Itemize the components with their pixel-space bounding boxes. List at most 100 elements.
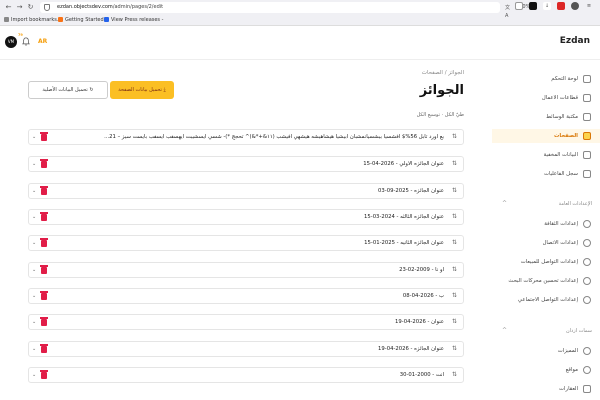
pocket-icon[interactable] (515, 2, 523, 10)
sidebar-item-seo-settings[interactable]: إعدادات تحسين محركات البحث (492, 274, 600, 288)
drag-handle-icon[interactable]: ⇅ (452, 160, 457, 168)
sidebar-item-media-library[interactable]: مكتبة الوسائط (492, 110, 600, 124)
url-text[interactable]: ezdan.objectsdev.com/admin/pages/2/edit (57, 2, 163, 13)
language-switch[interactable]: AR (38, 38, 47, 45)
drag-handle-icon[interactable]: ⇅ (452, 133, 457, 141)
shield-icon (44, 4, 50, 11)
chevron-down-icon[interactable]: ⌄ (32, 318, 36, 326)
list-item[interactable]: عنوان الجائزه الثالثه - 2024-03-15 ⇅ ⌄ (28, 209, 464, 225)
trash-icon[interactable] (40, 238, 48, 247)
breadcrumb-root[interactable]: الصفحات (422, 70, 443, 76)
load-original-data-button[interactable]: تحميل البيانات الأصلية ↻ (28, 81, 108, 99)
sidebar-item-hidden-data[interactable]: البيانات المخفية (492, 148, 600, 162)
drag-handle-icon[interactable]: ⇅ (452, 345, 457, 353)
trash-icon[interactable] (40, 132, 48, 141)
ublock-icon[interactable] (557, 2, 565, 10)
menu-icon[interactable]: ≡ (585, 2, 593, 10)
chevron-down-icon[interactable]: ⌄ (32, 371, 36, 379)
list-item[interactable]: عنوان الجائزه - 2026-04-19 ⇅ ⌄ (28, 341, 464, 357)
chevron-up-icon[interactable]: ^ (502, 200, 507, 207)
trash-icon[interactable] (40, 212, 48, 221)
chevron-down-icon[interactable]: ⌄ (32, 213, 36, 221)
drag-handle-icon[interactable]: ⇅ (452, 292, 457, 300)
globe-icon (104, 17, 109, 22)
gear-icon (583, 220, 591, 228)
chevron-down-icon[interactable]: ⌄ (32, 239, 36, 247)
breadcrumb-separator: / (444, 70, 447, 76)
list-item[interactable]: بع اورد تابل 56%$ افشسيا بيشسيانمشبان اب… (28, 129, 464, 145)
address-bar[interactable]: ezdan.objectsdev.com/admin/pages/2/edit … (40, 2, 537, 19)
chevron-up-icon[interactable]: ^ (502, 327, 507, 334)
sidebar-item-pages[interactable]: الصفحات (492, 129, 600, 143)
list-item[interactable]: انت - 2000-01-30 ⇅ ⌄ (28, 367, 464, 383)
drag-handle-icon[interactable]: ⇅ (452, 239, 457, 247)
chevron-down-icon[interactable]: ⌄ (32, 187, 36, 195)
list-item[interactable]: ب - 2026-04-08 ⇅ ⌄ (28, 288, 464, 304)
drag-handle-icon[interactable]: ⇅ (452, 371, 457, 379)
list-item-title: بع اورد تابل 56%$ افشسيا بيشسيانمشبان اب… (104, 134, 444, 140)
drag-handle-icon[interactable]: ⇅ (452, 318, 457, 326)
drag-handle-icon[interactable]: ⇅ (452, 213, 457, 221)
trash-icon[interactable] (40, 344, 48, 353)
bookmark-getting-started-label: Getting Started (65, 17, 104, 23)
sidebar-item-contact-settings[interactable]: إعدادات الاتصال (492, 236, 600, 250)
sidebar-item-features[interactable]: المميزات (492, 344, 600, 358)
sidebar-item-locations[interactable]: مواقع (492, 363, 600, 377)
save-page-data-button[interactable]: تحميل بيانات الصفحة ⤓ (110, 81, 174, 99)
trash-icon[interactable] (40, 317, 48, 326)
bookmark-import[interactable]: Import bookmarks... (4, 16, 62, 25)
sidebar-item-label: إعدادات التواصل الاجتماعي (517, 297, 578, 303)
account-icon[interactable] (571, 2, 579, 10)
trash-icon[interactable] (40, 265, 48, 274)
drag-handle-icon[interactable]: ⇅ (452, 266, 457, 274)
sidebar-item-label: إعدادات الثقافة (544, 221, 578, 227)
avatar[interactable]: VM (5, 36, 17, 48)
sidebar-item-social-settings[interactable]: إعدادات التواصل الاجتماعي (492, 293, 600, 307)
chevron-down-icon[interactable]: ⌄ (32, 292, 36, 300)
sidebar-item-culture-settings[interactable]: إعدادات الثقافة (492, 217, 600, 231)
trash-icon[interactable] (40, 186, 48, 195)
list-item[interactable]: عنوان الجائزه الاولي - 2026-04-15 ⇅ ⌄ (28, 156, 464, 172)
brand-logo: Ezdan (559, 36, 590, 46)
forward-icon[interactable]: → (15, 3, 24, 12)
download-icon: ⤓ (163, 87, 166, 93)
list-item[interactable]: عنوان - 2026-04-19 ⇅ ⌄ (28, 314, 464, 330)
chevron-down-icon[interactable]: ⌄ (32, 345, 36, 353)
sidebar-item-label: لوحة التحكم (551, 76, 578, 82)
url-host: ezdan.objectsdev.com (57, 4, 113, 10)
list-item-title: انت - 2000-01-30 (399, 372, 444, 378)
sidebar-section-ezdan: سمات ازدان (566, 328, 592, 334)
document-icon (583, 132, 591, 140)
trash-icon[interactable] (40, 159, 48, 168)
sidebar-item-dashboard[interactable]: لوحة التحكم (492, 72, 600, 86)
sidebar-item-properties[interactable]: العقارات (492, 382, 600, 396)
firefox-icon (58, 17, 63, 22)
list-item[interactable]: عنوان الجائزه - 2025-09-03 ⇅ ⌄ (28, 183, 464, 199)
bell-icon[interactable] (22, 37, 30, 46)
reload-icon[interactable]: ↻ (26, 3, 35, 12)
briefcase-icon (583, 94, 591, 102)
sidebar-item-business-sectors[interactable]: قطاعات الاعمال (492, 91, 600, 105)
trash-icon[interactable] (40, 370, 48, 379)
list-item[interactable]: او نا - 2009-02-23 ⇅ ⌄ (28, 262, 464, 278)
sidebar-item-sales-contact-settings[interactable]: إعدادات التواصل للمبيعات (492, 255, 600, 269)
back-icon[interactable]: ← (4, 3, 13, 12)
chevron-down-icon[interactable]: ⌄ (32, 266, 36, 274)
bookmark-getting-started[interactable]: Getting Started (58, 16, 104, 25)
sidebar-item-activity-log[interactable]: سجل الفاعليات (492, 167, 600, 181)
sidebar-item-label: إعدادات تحسين محركات البحث (508, 278, 578, 284)
list-item[interactable]: عنوان الجائزه الثانيه - 2025-01-15 ⇅ ⌄ (28, 235, 464, 251)
bookmark-press-releases[interactable]: View Press releases - (104, 16, 163, 25)
list-item-title: ب - 2026-04-08 (402, 293, 444, 299)
drag-handle-icon[interactable]: ⇅ (452, 187, 457, 195)
breadcrumb-current[interactable]: الجوائز (448, 70, 464, 76)
trash-icon[interactable] (40, 291, 48, 300)
downloads-icon[interactable]: ↓ (543, 2, 551, 10)
collapse-expand-all[interactable]: طيّ الكل · توسيع الكل (417, 112, 464, 118)
extension-icon[interactable] (529, 2, 537, 10)
chevron-down-icon[interactable]: ⌄ (32, 160, 36, 168)
sidebar-item-label: إعدادات التواصل للمبيعات (520, 259, 578, 265)
sidebar-item-label: مكتبة الوسائط (546, 114, 578, 120)
chevron-down-icon[interactable]: ⌄ (32, 133, 36, 141)
sidebar-section-general: الإعدادات العامة (558, 201, 592, 207)
